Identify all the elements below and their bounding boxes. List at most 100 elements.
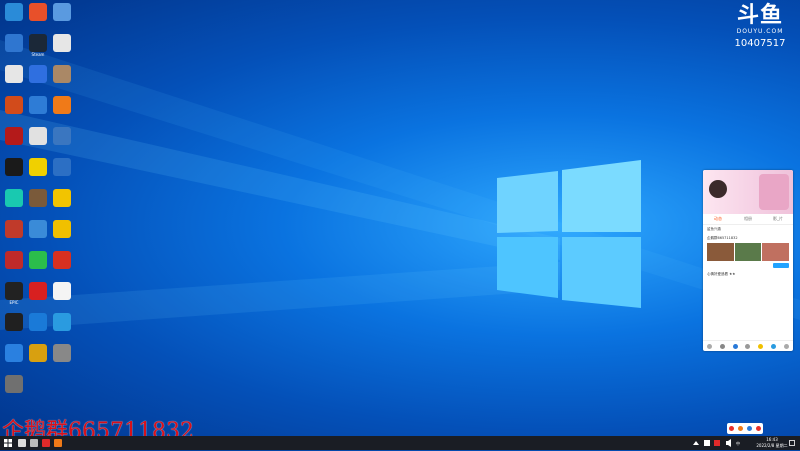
post-card[interactable]: 心情好爱追看 ★★ bbox=[703, 270, 793, 279]
desktop-icon[interactable] bbox=[2, 220, 26, 243]
tray-app-icon[interactable] bbox=[738, 426, 743, 431]
ime-icon[interactable]: 中 bbox=[736, 440, 740, 446]
desktop-icon[interactable] bbox=[50, 158, 74, 181]
phone-window[interactable]: 动态 相册 影_片 鲨鱼兴趣 企鹅群665711832 心情好爱追看 ★★ bbox=[703, 170, 793, 351]
desktop-icon[interactable] bbox=[2, 251, 26, 274]
tray-app-icon[interactable] bbox=[729, 426, 734, 431]
app-icon bbox=[29, 158, 47, 176]
desktop-icon[interactable] bbox=[26, 65, 50, 88]
tray-icon-strip: 中 bbox=[693, 439, 740, 447]
nav-icon[interactable] bbox=[732, 343, 738, 349]
desktop-icon[interactable] bbox=[26, 158, 50, 181]
wallpaper bbox=[0, 40, 800, 330]
desktop-icon[interactable] bbox=[2, 34, 26, 57]
desktop-icon[interactable] bbox=[2, 189, 26, 212]
desktop-icon[interactable] bbox=[2, 344, 26, 367]
desktop-icon[interactable] bbox=[26, 96, 50, 119]
taskbar-task-view-icon[interactable] bbox=[30, 439, 38, 447]
follow-button[interactable] bbox=[773, 263, 789, 268]
desktop-icon-label bbox=[26, 238, 50, 243]
taskbar-search-icon[interactable] bbox=[18, 439, 26, 447]
tray-app-icon[interactable] bbox=[747, 426, 752, 431]
desktop-icon[interactable] bbox=[26, 344, 50, 367]
app-icon bbox=[5, 34, 23, 52]
desktop-icon[interactable] bbox=[26, 313, 50, 336]
nav-icon[interactable] bbox=[771, 343, 777, 349]
desktop-icon-label bbox=[26, 114, 50, 119]
desktop-icon-label bbox=[50, 269, 74, 274]
windows-start-icon[interactable] bbox=[4, 439, 12, 447]
desktop-icon[interactable] bbox=[2, 158, 26, 181]
desktop-icons: Steam EPIC bbox=[0, 0, 80, 436]
desktop-icon[interactable] bbox=[50, 3, 74, 26]
taskbar-clock[interactable]: 16:43 2022/2/8 星期二 bbox=[756, 437, 788, 449]
desktop-icon[interactable] bbox=[50, 220, 74, 243]
desktop-icon-label bbox=[50, 238, 74, 243]
post-image bbox=[762, 243, 790, 261]
desktop-icon[interactable] bbox=[50, 189, 74, 212]
desktop-icon[interactable] bbox=[50, 313, 74, 336]
desktop-icon[interactable] bbox=[26, 282, 50, 305]
section-title: 鲨鱼兴趣 bbox=[707, 227, 721, 231]
desktop-icon[interactable] bbox=[2, 3, 26, 26]
app-icon bbox=[5, 65, 23, 83]
nav-icon[interactable] bbox=[783, 343, 789, 349]
app-icon bbox=[29, 34, 47, 52]
app-icon bbox=[5, 251, 23, 269]
tab-posts[interactable]: 动态 bbox=[703, 214, 733, 224]
desktop-icon-label bbox=[2, 114, 26, 119]
banner-art bbox=[759, 174, 789, 210]
network-icon[interactable] bbox=[704, 440, 710, 446]
taskbar-app-red-icon[interactable] bbox=[42, 439, 50, 447]
tray-popup[interactable] bbox=[727, 423, 763, 434]
desktop-icon-label bbox=[50, 207, 74, 212]
desktop-icon[interactable] bbox=[50, 344, 74, 367]
desktop-icon[interactable] bbox=[2, 375, 26, 398]
tray-app-icon[interactable] bbox=[714, 440, 720, 446]
desktop-icon-label bbox=[50, 83, 74, 88]
desktop-icon-label bbox=[2, 145, 26, 150]
desktop-icon[interactable] bbox=[2, 96, 26, 119]
desktop-icon[interactable] bbox=[2, 127, 26, 150]
desktop-icon[interactable] bbox=[2, 313, 26, 336]
notification-icon[interactable] bbox=[789, 440, 795, 446]
desktop-icon[interactable] bbox=[2, 65, 26, 88]
desktop-icon[interactable] bbox=[50, 282, 74, 305]
app-icon bbox=[5, 344, 23, 362]
douyu-watermark: 斗鱼 DOUYU.COM 10407517 bbox=[730, 4, 790, 50]
app-icon bbox=[5, 220, 23, 238]
light-beam bbox=[0, 262, 560, 330]
taskbar-app-orange-icon[interactable] bbox=[54, 439, 62, 447]
desktop-icon-label bbox=[26, 21, 50, 26]
desktop-icon[interactable] bbox=[26, 220, 50, 243]
desktop-icon[interactable] bbox=[50, 127, 74, 150]
desktop-icon[interactable] bbox=[50, 34, 74, 57]
nav-icon[interactable] bbox=[706, 343, 712, 349]
desktop-icon[interactable]: EPIC bbox=[2, 282, 26, 305]
desktop-icon-label bbox=[26, 83, 50, 88]
tab-album[interactable]: 相册 bbox=[733, 214, 763, 224]
chevron-up-icon[interactable] bbox=[693, 441, 699, 445]
tray-app-icon[interactable] bbox=[756, 426, 761, 431]
desktop-icon-label bbox=[50, 176, 74, 181]
nav-icon[interactable] bbox=[758, 343, 764, 349]
volume-icon[interactable] bbox=[726, 439, 731, 447]
desktop-icon-label bbox=[2, 269, 26, 274]
tab-video[interactable]: 影_片 bbox=[763, 214, 793, 224]
desktop-icon-label bbox=[50, 145, 74, 150]
desktop-icon[interactable]: Steam bbox=[26, 34, 50, 57]
desktop-icon-label bbox=[2, 176, 26, 181]
desktop-icon[interactable] bbox=[26, 251, 50, 274]
desktop-icon[interactable] bbox=[50, 96, 74, 119]
phone-bottom-nav bbox=[703, 340, 793, 351]
app-icon bbox=[29, 65, 47, 83]
nav-icon[interactable] bbox=[745, 343, 751, 349]
desktop-icon[interactable] bbox=[26, 127, 50, 150]
desktop-icon[interactable] bbox=[50, 251, 74, 274]
desktop-icon[interactable] bbox=[26, 189, 50, 212]
desktop-icon[interactable] bbox=[26, 3, 50, 26]
post-card[interactable]: 企鹅群665711832 bbox=[703, 234, 793, 270]
desktop-icon[interactable] bbox=[50, 65, 74, 88]
app-icon bbox=[53, 313, 71, 331]
nav-icon[interactable] bbox=[719, 343, 725, 349]
